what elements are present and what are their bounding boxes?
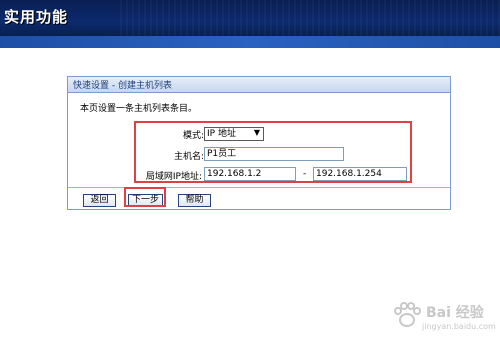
ip-end-input[interactable]: 192.168.1.254 <box>313 167 407 181</box>
paw-logo-icon <box>394 302 421 327</box>
ip-range-separator: - <box>303 169 307 179</box>
panel-header: 快速设置 - 创建主机列表 <box>68 77 450 93</box>
next-button-highlight <box>124 187 166 207</box>
help-button[interactable]: 帮助 <box>178 194 211 207</box>
panel-description: 本页设置一条主机列表条目。 <box>80 104 198 114</box>
top-banner: 实用功能 <box>0 0 500 36</box>
watermark: Bai 经验 jingyan.baidu.com <box>392 300 496 340</box>
back-button[interactable]: 返回 <box>83 194 116 207</box>
app-title: 实用功能 <box>4 8 69 26</box>
ip-start-input[interactable]: 192.168.1.2 <box>204 167 296 181</box>
banner-stripe <box>0 36 500 48</box>
mode-label: 模式: <box>182 131 204 141</box>
watermark-url: jingyan.baidu.com <box>422 322 496 331</box>
mode-value: IP 地址 <box>207 129 236 139</box>
hostname-input[interactable]: P1员工 <box>204 147 344 161</box>
banner-texture <box>120 0 500 36</box>
mode-select[interactable]: IP 地址 ▼ <box>204 127 264 141</box>
lan-ip-label: 局域网IP地址: <box>145 172 202 182</box>
watermark-text: Bai 经验 <box>426 305 484 321</box>
hostname-label: 主机名: <box>173 152 204 162</box>
settings-panel: 快速设置 - 创建主机列表 本页设置一条主机列表条目。 模式: IP 地址 ▼ … <box>67 76 451 210</box>
panel-title: 快速设置 - 创建主机列表 <box>73 81 172 91</box>
dropdown-arrow-icon: ▼ <box>253 128 260 137</box>
